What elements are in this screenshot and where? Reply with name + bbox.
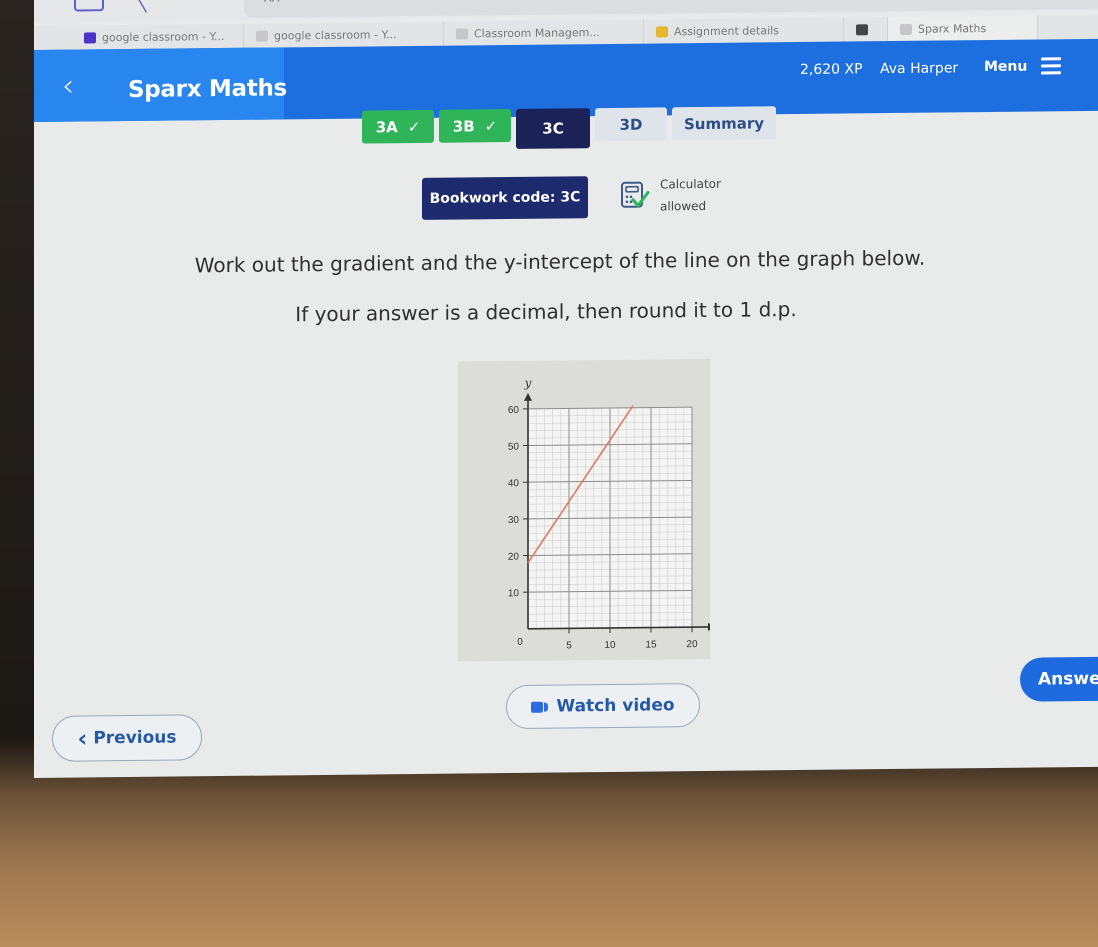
browser-tab-label: Classroom Managem... (474, 25, 600, 40)
tab-part-3a[interactable]: 3A ✓ (362, 109, 434, 144)
tab-part-3d[interactable]: 3D (595, 107, 667, 142)
y-axis-arrow (524, 392, 532, 401)
checkmark-icon: ✓ (407, 117, 421, 136)
browser-tab[interactable]: Classroom Managem... (444, 19, 644, 46)
sidebar-toggle-icon[interactable] (74, 0, 104, 12)
menu-label: Menu (984, 58, 1028, 75)
question-instruction: If your answer is a decimal, then round … (295, 297, 797, 327)
browser-tab[interactable]: Assignment details (644, 17, 844, 44)
tab-part-summary[interactable]: Summary (672, 106, 776, 141)
device-screen: | AA google classroom - Y... google class… (34, 0, 1098, 778)
x-axis-arrow (708, 622, 716, 631)
watch-video-button[interactable]: Watch video (506, 683, 700, 730)
y-tick-label: 40 (508, 478, 520, 489)
part-label: 3C (542, 119, 564, 138)
browser-tab[interactable]: Sparx Maths (888, 15, 1038, 42)
browser-tab-label: google classroom - Y... (274, 27, 397, 42)
browser-tab-label: google classroom - Y... (102, 29, 225, 44)
watch-video-label: Watch video (556, 695, 675, 717)
browser-tab[interactable]: google classroom - Y... (34, 23, 244, 50)
video-camera-icon (531, 701, 549, 713)
y-tick-label: 20 (508, 552, 520, 563)
previous-button[interactable]: ‹ Previous (52, 714, 202, 762)
x-tick-label: 20 (686, 639, 698, 650)
y-tick-label: 50 (508, 442, 520, 453)
calculator-label: Calculator (660, 176, 721, 192)
browser-tab-label: Assignment details (674, 23, 779, 38)
calculator-status: allowed (660, 198, 707, 214)
answer-label: Answe (1038, 668, 1098, 690)
calculator-check-icon (621, 181, 650, 209)
google-classroom-icon (656, 25, 668, 37)
xp-count: 2,620 XP (800, 61, 863, 78)
menu-button[interactable]: Menu (984, 57, 1062, 75)
y-tick-label: 10 (508, 588, 520, 599)
x-tick-label: 5 (566, 640, 572, 651)
y-axis-label: y (524, 376, 532, 390)
sparx-icon (84, 31, 96, 43)
back-chevron-icon[interactable]: ‹ (62, 69, 74, 104)
previous-label: Previous (93, 727, 177, 749)
part-label: 3B (452, 116, 475, 136)
tab-part-3b[interactable]: 3B ✓ (439, 109, 511, 143)
browser-tab[interactable]: google classroom - Y... (244, 21, 444, 48)
browser-back-icon[interactable]: | (135, 0, 149, 14)
yahoo-icon (256, 30, 268, 42)
calculator-allowed-indicator: Calculator allowed (620, 173, 721, 218)
x-tick-label: 10 (604, 640, 616, 651)
line-graph: 10203040506051015200xy (508, 376, 729, 652)
tab-part-3c[interactable]: 3C (516, 108, 590, 149)
square-icon (856, 23, 868, 35)
part-label: Summary (683, 113, 765, 133)
address-bar[interactable]: AA (244, 0, 1098, 18)
hamburger-icon (1041, 57, 1062, 75)
chevron-left-icon: ‹ (77, 724, 88, 753)
question-text: Work out the gradient and the y-intercep… (194, 245, 926, 278)
graph-card: 10203040506051015200xy (458, 358, 729, 662)
y-tick-label: 30 (508, 515, 520, 526)
checkmark-icon: ✓ (484, 116, 498, 135)
user-name[interactable]: Ava Harper (880, 60, 958, 77)
part-label: 3A (375, 117, 398, 136)
x-tick-label: 15 (645, 639, 657, 650)
task-part-tabs: 3A ✓ 3B ✓ 3C 3D Summary (362, 106, 776, 150)
y-tick-label: 60 (508, 405, 520, 416)
browser-tab[interactable] (844, 17, 888, 42)
reader-mode-text[interactable]: AA (264, 0, 279, 5)
browser-tab-label: Sparx Maths (918, 21, 987, 36)
page-icon (900, 23, 912, 35)
bookwork-code-badge: Bookwork code: 3C (422, 176, 588, 220)
origin-label: 0 (517, 637, 523, 648)
classroom-icon (456, 27, 468, 40)
answer-button[interactable]: Answe (1020, 656, 1098, 702)
part-label: 3D (619, 115, 643, 134)
app-title: Sparx Maths (128, 75, 287, 104)
